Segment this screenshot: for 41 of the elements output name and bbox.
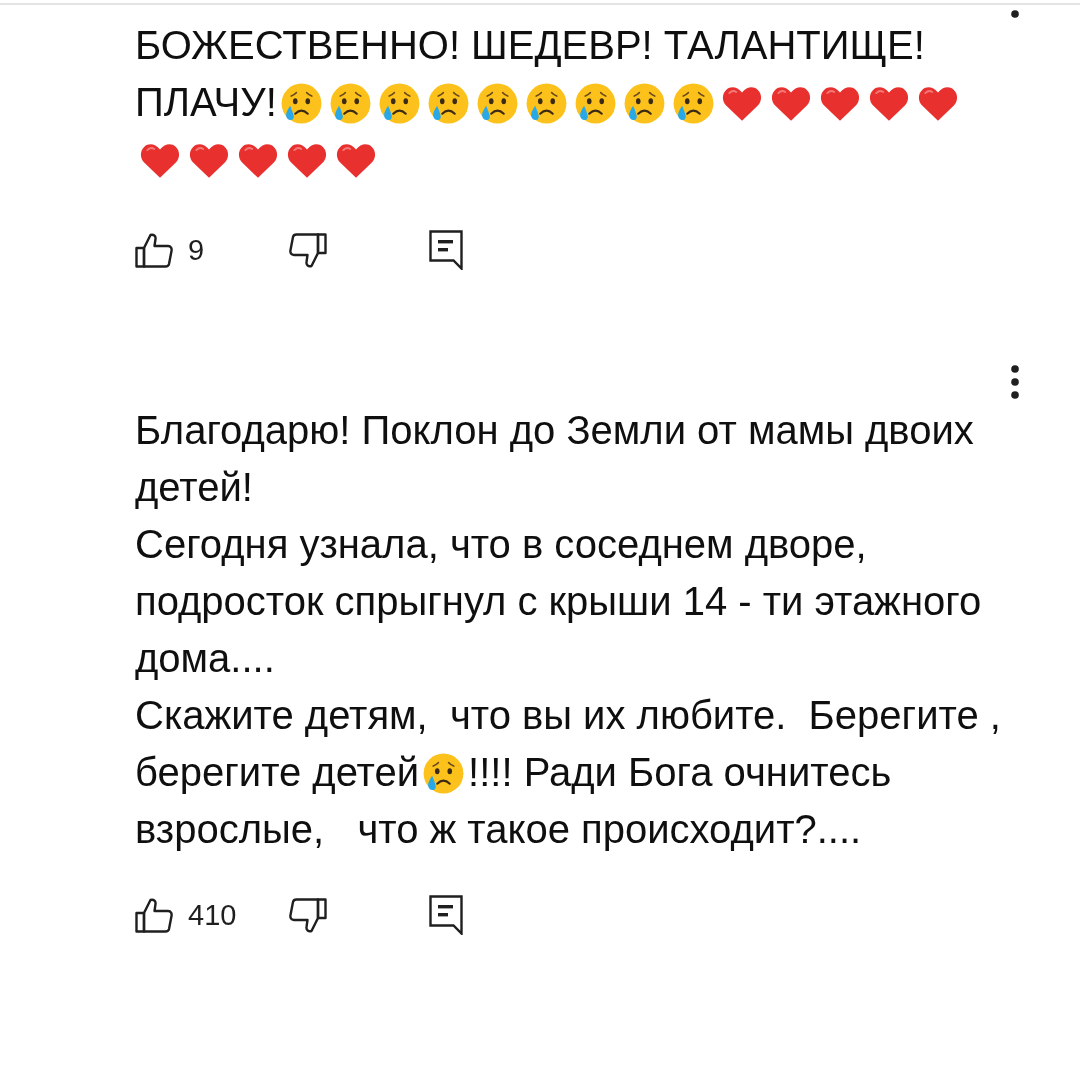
reply-icon [429,230,463,270]
comment-text: Сегодня узнала, что в соседнем дворе, подросток спрыгнул с крыши 14 - ти этажного дома.... [135,521,983,682]
heart-icon [334,141,377,179]
thumbs-up-icon [135,897,173,933]
heart-icon [721,84,764,122]
like-button[interactable] [135,232,173,268]
crying-face-icon [574,82,616,124]
comment-text: Скажите детям, что вы их любите. Берегите , берегите детей !!!! Ради Бога очнитесь взрослые, что ж такое происходит?.... [135,692,1002,853]
heart-icon [285,141,328,179]
thumbs-down-icon [289,232,327,268]
crying-face-icon [280,82,322,124]
dislike-button[interactable] [289,897,327,933]
like-count: 410 [188,900,237,930]
heart-icon [236,141,279,179]
like-button[interactable] [135,897,173,933]
crying-face-icon [525,82,567,124]
thumbs-down-icon [289,897,327,933]
crying-face-icon [378,82,420,124]
crying-face-icon [329,82,371,124]
comment-text: Благодарю! Поклон до Земли от мамы двоих детей! [135,407,975,511]
reply-button[interactable] [429,230,463,270]
heart-icon [868,84,911,122]
reply-button[interactable] [429,895,463,935]
more-button[interactable] [1010,365,1020,399]
thumbs-up-icon [135,232,173,268]
heart-icon [138,141,181,179]
like-count: 9 [188,235,205,265]
crying-face-icon [427,82,469,124]
heart-icon [819,84,862,122]
crying-face-icon [423,752,465,794]
crying-face-icon [476,82,518,124]
crying-face-icon [672,82,714,124]
crying-face-icon [623,82,665,124]
menu-dot-icon[interactable] [1011,10,1019,18]
heart-icon [770,84,813,122]
heart-icon [917,84,960,122]
dislike-button[interactable] [289,232,327,268]
comment-text: БОЖЕСТВЕННО! ШЕДЕВР! ТАЛАНТИЩЕ! ПЛАЧУ! [135,17,1010,188]
reply-icon [429,895,463,935]
more-icon [1010,365,1020,399]
heart-icon [187,141,230,179]
